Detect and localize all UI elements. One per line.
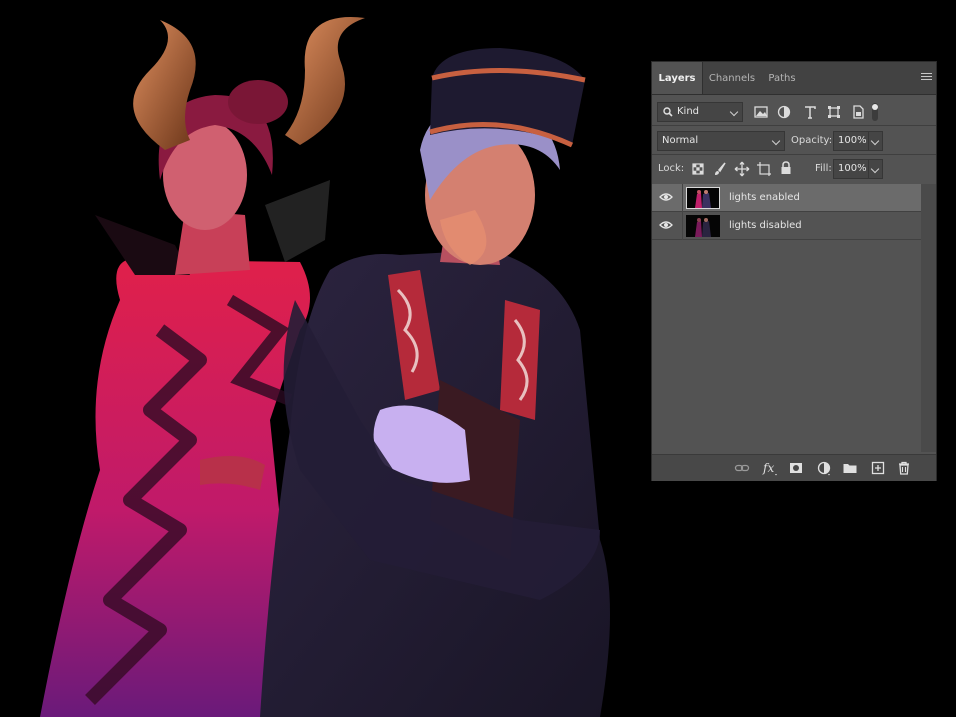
divider — [652, 154, 936, 155]
layer-row-lights-enabled[interactable]: lights enabled — [652, 184, 921, 212]
divider — [652, 125, 936, 126]
filter-kind-select[interactable]: Kind — [657, 102, 743, 122]
link-layers-icon[interactable] — [734, 460, 750, 476]
lock-position-icon[interactable] — [734, 161, 750, 177]
add-mask-icon[interactable] — [788, 460, 804, 476]
layers-scrollbar[interactable] — [921, 184, 936, 452]
chevron-down-icon — [729, 107, 739, 117]
fill-dropdown-button[interactable] — [868, 159, 883, 179]
search-icon — [663, 107, 673, 117]
blend-row: Normal Opacity: 100% — [652, 128, 936, 152]
adjustment-filter-icon[interactable] — [776, 104, 792, 120]
divider — [682, 184, 683, 212]
lock-row: Lock: Fill: 100% — [652, 156, 936, 182]
adjustment-layer-icon[interactable] — [816, 460, 832, 476]
chevron-down-icon — [870, 164, 880, 174]
fx-icon[interactable]: fx — [762, 460, 778, 476]
svg-text:fx: fx — [762, 461, 774, 475]
layer-thumbnail — [686, 215, 720, 237]
panel-tab-bar: Layers Channels Paths — [652, 62, 936, 95]
eye-icon[interactable] — [659, 192, 673, 202]
lock-paint-icon[interactable] — [712, 161, 728, 177]
fill-label: Fill: — [815, 163, 832, 174]
opacity-label: Opacity: — [791, 135, 833, 146]
chevron-down-icon — [870, 136, 880, 146]
tab-paths[interactable]: Paths — [762, 62, 802, 94]
shape-filter-icon[interactable] — [826, 104, 842, 120]
divider — [682, 212, 683, 240]
layer-name[interactable]: lights enabled — [729, 184, 800, 212]
smart-object-filter-icon[interactable] — [850, 104, 866, 120]
panel-menu-icon[interactable] — [921, 73, 932, 82]
lock-artboard-icon[interactable] — [756, 161, 772, 177]
layer-thumbnail — [686, 187, 720, 209]
tab-channels[interactable]: Channels — [703, 62, 761, 94]
lock-transparent-icon[interactable] — [690, 161, 706, 177]
layer-row-lights-disabled[interactable]: lights disabled — [652, 212, 921, 240]
layers-panel: Layers Channels Paths Kind Normal Opacit… — [651, 61, 937, 481]
opacity-dropdown-button[interactable] — [868, 131, 883, 151]
fill-input[interactable]: 100% — [833, 159, 869, 179]
layers-bottom-toolbar: fx — [652, 454, 936, 481]
filter-kind-label: Kind — [677, 106, 700, 117]
blend-mode-select[interactable]: Normal — [657, 131, 785, 151]
tab-layers[interactable]: Layers — [652, 62, 702, 94]
blend-mode-label: Normal — [662, 135, 699, 146]
new-layer-icon[interactable] — [870, 460, 886, 476]
layer-filter-row: Kind — [652, 100, 936, 124]
layer-name[interactable]: lights disabled — [729, 212, 802, 240]
lock-all-icon[interactable] — [778, 160, 794, 176]
type-filter-icon[interactable] — [802, 104, 818, 120]
opacity-input[interactable]: 100% — [833, 131, 869, 151]
chevron-down-icon — [771, 136, 781, 146]
lock-label: Lock: — [658, 163, 685, 174]
image-filter-icon[interactable] — [753, 104, 769, 120]
eye-icon[interactable] — [659, 220, 673, 230]
delete-layer-icon[interactable] — [896, 460, 912, 476]
new-group-icon[interactable] — [842, 460, 858, 476]
filter-toggle-icon[interactable] — [870, 102, 880, 122]
